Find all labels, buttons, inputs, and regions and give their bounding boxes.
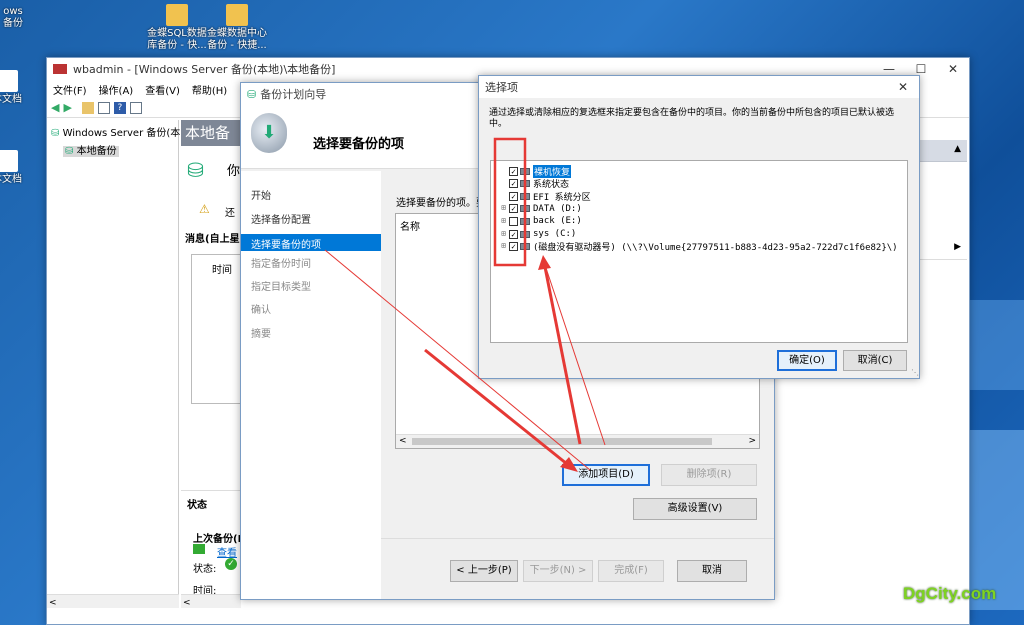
annotation-arrow-add [424, 348, 573, 470]
annotation-overlay [324, 137, 606, 472]
annotation-line [324, 249, 591, 471]
annotation-highlight-box [493, 137, 527, 267]
annotation-arrowhead [538, 255, 551, 270]
watermark: DgCity.com [903, 584, 997, 603]
